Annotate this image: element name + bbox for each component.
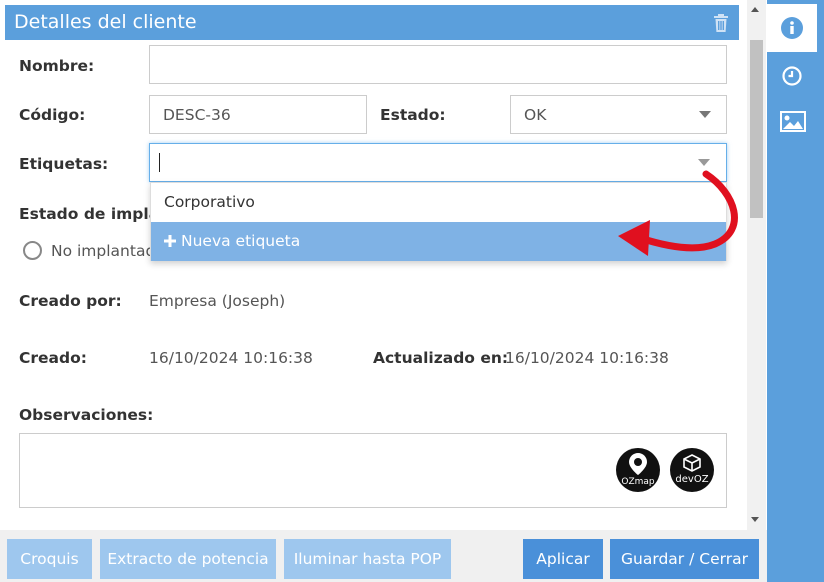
clock-icon	[782, 66, 802, 86]
image-icon	[780, 111, 806, 132]
scrollbar-thumb[interactable]	[750, 40, 763, 218]
aplicar-button[interactable]: Aplicar	[523, 539, 603, 579]
chevron-down-icon	[698, 159, 710, 166]
codigo-value: DESC-36	[163, 106, 231, 124]
guardar-cerrar-button[interactable]: Guardar / Cerrar	[610, 539, 759, 579]
estado-label: Estado:	[380, 106, 446, 124]
observaciones-label: Observaciones:	[19, 406, 154, 424]
creado-label: Creado:	[19, 349, 87, 367]
ozmap-logo: OZmap	[616, 448, 660, 492]
text-cursor	[159, 153, 160, 172]
devoz-logo: devOZ	[670, 448, 714, 492]
scroll-down-icon[interactable]	[751, 517, 759, 522]
etiquetas-label: Etiquetas:	[19, 155, 109, 173]
box-icon	[683, 454, 701, 472]
tab-images[interactable]	[767, 106, 817, 138]
croquis-button[interactable]: Croquis	[7, 539, 92, 579]
scroll-up-icon[interactable]	[751, 7, 759, 12]
estado-value: OK	[524, 106, 547, 124]
creado-por-value: Empresa (Joseph)	[149, 292, 286, 310]
creado-por-label: Creado por:	[19, 292, 122, 310]
extracto-potencia-button[interactable]: Extracto de potencia	[100, 539, 276, 579]
dialog-header: Detalles del cliente	[5, 5, 739, 40]
map-pin-icon	[629, 453, 647, 475]
annotation-arrow	[618, 170, 738, 256]
estado-select[interactable]: OK	[510, 95, 727, 134]
info-icon	[781, 17, 803, 39]
actualizado-label: Actualizado en:	[373, 349, 509, 367]
plus-icon	[164, 235, 176, 247]
tab-info[interactable]	[767, 4, 817, 52]
radio-no-implantado[interactable]	[23, 241, 42, 260]
dialog-title: Detalles del cliente	[14, 11, 197, 33]
codigo-input[interactable]: DESC-36	[149, 95, 367, 134]
chevron-down-icon	[699, 111, 711, 118]
estado-implantacion-label: Estado de implan	[19, 205, 171, 223]
iluminar-pop-button[interactable]: Iluminar hasta POP	[284, 539, 451, 579]
tab-history[interactable]	[767, 60, 817, 92]
codigo-label: Código:	[19, 106, 86, 124]
nombre-input[interactable]	[149, 45, 727, 84]
actualizado-value: 16/10/2024 10:16:38	[505, 349, 669, 367]
trash-icon[interactable]	[713, 14, 729, 32]
nombre-label: Nombre:	[19, 57, 95, 75]
creado-value: 16/10/2024 10:16:38	[149, 349, 313, 367]
radio-no-implantado-label: No implantad	[51, 242, 156, 260]
